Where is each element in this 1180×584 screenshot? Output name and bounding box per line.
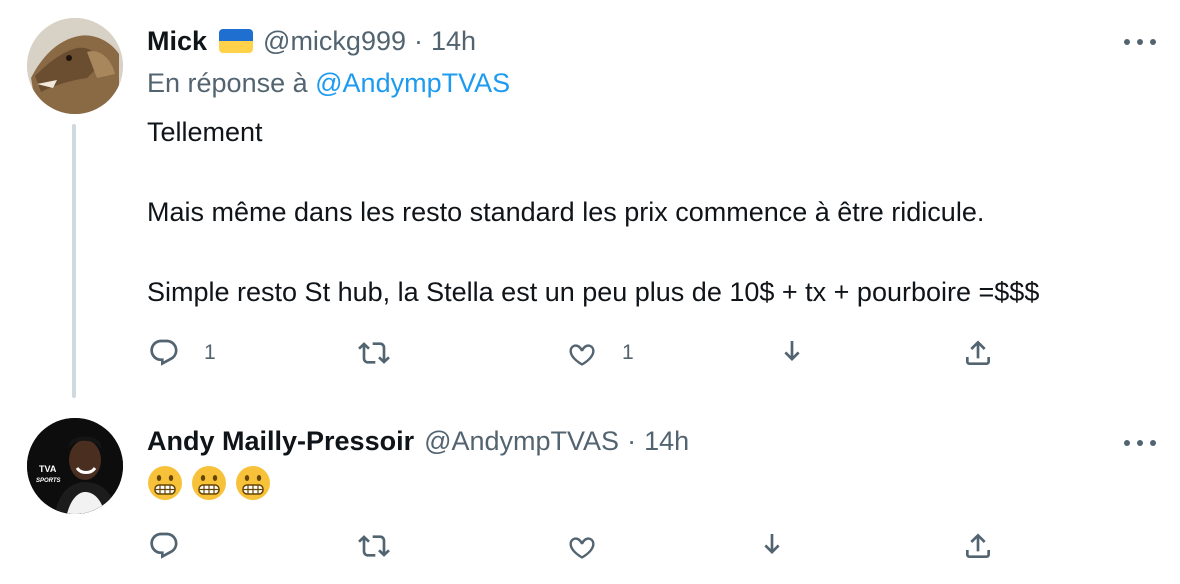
tweet-line: Mais même dans les resto standard les pr…: [147, 197, 985, 227]
display-name[interactable]: Mick: [147, 26, 207, 57]
retweet-button[interactable]: [358, 333, 390, 373]
timestamp[interactable]: 14h: [431, 26, 476, 57]
timestamp[interactable]: 14h: [644, 426, 689, 457]
like-icon: [569, 537, 595, 559]
tweet-header: Mick @mickg999 · 14h: [147, 24, 476, 58]
avatar-image: TVA SPORTS: [27, 418, 123, 514]
avatar[interactable]: TVA SPORTS: [27, 418, 123, 514]
tweet[interactable]: TVA SPORTS Andy Mailly-Pressoir @AndympT…: [0, 405, 1180, 584]
share-button[interactable]: [962, 333, 994, 373]
reply-handle-link[interactable]: @AndympTVAS: [315, 68, 510, 98]
reply-icon: [150, 532, 178, 559]
reply-icon: [150, 339, 178, 366]
retweet-icon: [358, 342, 390, 364]
tweet[interactable]: Mick @mickg999 · 14h En réponse à @Andym…: [0, 0, 1180, 405]
grimacing-face-icon: [148, 466, 182, 500]
share-button[interactable]: [962, 526, 994, 566]
tweet-header: Andy Mailly-Pressoir @AndympTVAS · 14h: [147, 424, 689, 458]
avatar-image: [27, 18, 123, 114]
tweet-text: Tellement Mais même dans les resto stand…: [147, 112, 1039, 312]
display-name[interactable]: Andy Mailly-Pressoir: [147, 426, 414, 457]
like-icon: [569, 344, 595, 366]
reply-button[interactable]: 1: [148, 333, 216, 373]
like-button[interactable]: 1: [566, 333, 634, 373]
svg-text:SPORTS: SPORTS: [36, 478, 61, 484]
download-button[interactable]: [756, 526, 788, 566]
download-icon: [764, 534, 780, 554]
ukraine-flag-icon: [219, 29, 254, 53]
grimacing-face-icon: [236, 466, 270, 500]
reply-prefix: En réponse à: [147, 68, 308, 98]
reply-context: En réponse à @AndympTVAS: [147, 68, 510, 99]
tweet-line: Simple resto St hub, la Stella est un pe…: [147, 277, 1040, 307]
download-icon: [784, 341, 800, 361]
thread-line: [72, 124, 76, 398]
reply-button[interactable]: [148, 526, 180, 566]
retweet-icon: [358, 535, 390, 557]
reply-count: 1: [204, 341, 216, 364]
avatar[interactable]: [27, 18, 123, 114]
action-bar: [148, 526, 1008, 566]
download-button[interactable]: [776, 333, 808, 373]
share-icon: [966, 340, 990, 365]
username[interactable]: @mickg999: [263, 26, 406, 57]
tva-sports-logo: TVA: [39, 464, 57, 474]
separator: ·: [414, 25, 423, 56]
more-icon[interactable]: [1122, 32, 1158, 52]
share-icon: [966, 533, 990, 558]
tweet-line: Tellement: [147, 117, 263, 147]
more-icon[interactable]: [1122, 433, 1158, 453]
action-bar: 1 1: [148, 333, 1008, 373]
like-button[interactable]: [566, 526, 598, 566]
separator: ·: [627, 425, 637, 456]
tweet-emojis: [147, 465, 271, 501]
username[interactable]: @AndympTVAS: [424, 426, 619, 457]
like-count: 1: [622, 341, 634, 364]
retweet-button[interactable]: [358, 526, 390, 566]
grimacing-face-icon: [192, 466, 226, 500]
